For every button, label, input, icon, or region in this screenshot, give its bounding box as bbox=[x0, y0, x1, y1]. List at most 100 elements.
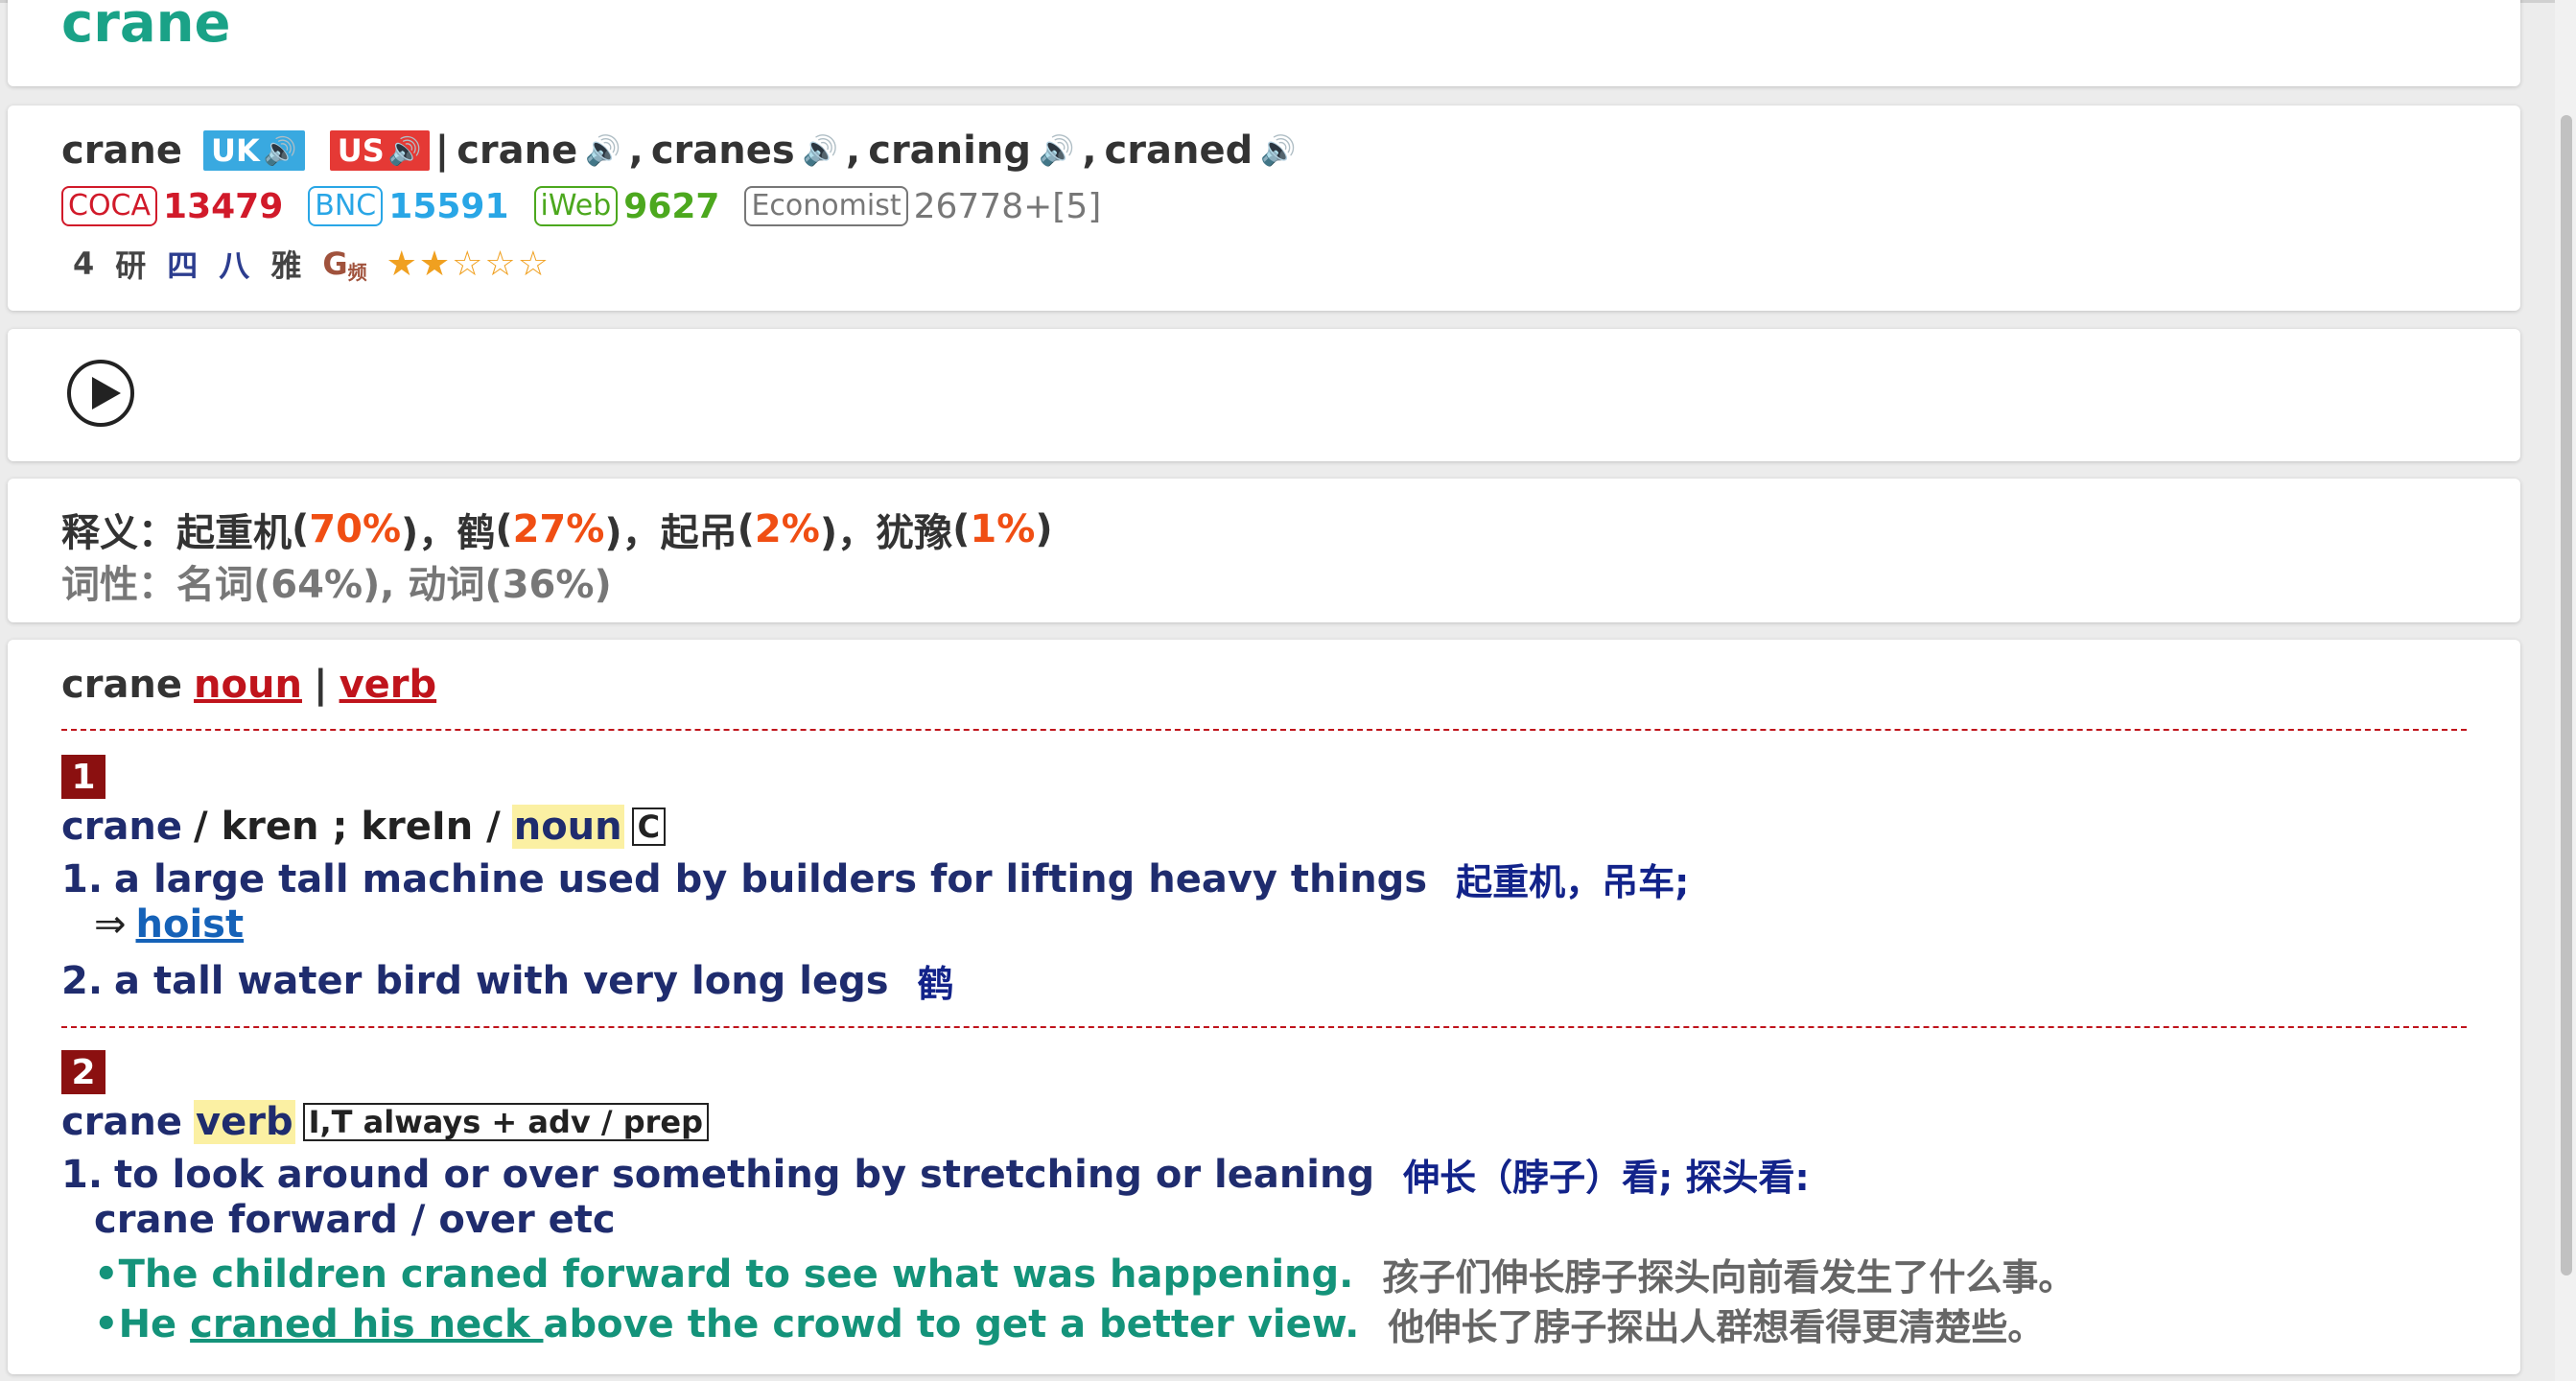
meaning-item: 鹤 bbox=[457, 511, 496, 555]
meaning-card: 释义： 起重机(70%)， 鹤(27%)， 起吊(2%)， 犹豫(1%) 词性：… bbox=[8, 479, 2520, 622]
example-1: • The children craned forward to see wha… bbox=[94, 1248, 2074, 1300]
play-icon bbox=[92, 377, 121, 410]
play-button[interactable] bbox=[67, 360, 134, 427]
meaning-pct: 1% bbox=[970, 507, 1036, 551]
nav-divider: | bbox=[313, 663, 328, 707]
entry-nav: crane noun | verb bbox=[61, 663, 436, 707]
meaning-item: 犹豫 bbox=[876, 511, 953, 555]
sense-zh: 起重机，吊车; bbox=[1456, 861, 1690, 903]
pos-row: 词性： 名词(64%), 动词(36%) bbox=[61, 553, 612, 609]
verb-link[interactable]: verb bbox=[340, 663, 437, 707]
sense-num: 1. bbox=[61, 1152, 104, 1197]
example-en-pre: He bbox=[118, 1301, 191, 1346]
speaker-icon: 🔊 bbox=[263, 134, 297, 167]
example-zh: 孩子们伸长脖子探头向前看发生了什么事。 bbox=[1382, 1256, 2075, 1299]
entry-word: crane bbox=[61, 1100, 183, 1144]
pos-verb: verb bbox=[194, 1100, 295, 1144]
sense-num: 1. bbox=[61, 856, 104, 901]
form-crane: crane bbox=[457, 129, 578, 173]
form-craned: craned bbox=[1104, 129, 1253, 173]
coca-badge: COCA bbox=[61, 186, 158, 226]
word-forms-card: crane UK 🔊 US 🔊 | crane 🔊 , cranes 🔊 , c… bbox=[8, 105, 2520, 311]
headword-card: crane bbox=[8, 0, 2520, 86]
sense-1: 1. to look around or over something by s… bbox=[61, 1148, 1810, 1201]
iweb-rank: 9627 bbox=[623, 186, 720, 226]
entry-header: crane / kren ; kreIn / noun C bbox=[61, 805, 667, 849]
grammar-code: C bbox=[631, 808, 667, 846]
frequency-ranks-row: COCA 13479 BNC 15591 iWeb 9627 Economist… bbox=[61, 186, 1126, 226]
example-2: • He craned his neck above the crowd to … bbox=[94, 1298, 2044, 1350]
star-rating: ★★☆☆☆ bbox=[386, 244, 550, 284]
uk-label: UK bbox=[211, 132, 260, 169]
divider bbox=[61, 729, 2467, 731]
meaning-pct: 27% bbox=[512, 507, 605, 551]
audio-card bbox=[8, 329, 2520, 461]
form-craning: craning bbox=[868, 129, 1031, 173]
pronunciation: / kren ; kreIn / bbox=[194, 805, 501, 849]
scrollbar-thumb[interactable] bbox=[2561, 115, 2572, 1276]
speaker-icon[interactable]: 🔊 bbox=[1039, 134, 1074, 168]
example-en-post: above the crowd to get a better view. bbox=[543, 1301, 1360, 1346]
sense-en: a tall water bird with very long legs bbox=[114, 958, 889, 1003]
coca-rank: 13479 bbox=[163, 186, 284, 226]
meaning-label: 释义： bbox=[61, 511, 176, 555]
sense-2: 2. a tall water bird with very long legs… bbox=[61, 954, 954, 1007]
meaning-pct: 70% bbox=[309, 507, 402, 551]
sense-en: to look around or over something by stre… bbox=[114, 1152, 1375, 1197]
exam-tags-row: 4 研 四 八 雅 G 频 ★★☆☆☆ bbox=[73, 242, 550, 286]
entry-header: crane verb I,T always + adv / prep bbox=[61, 1100, 709, 1144]
tag-level: 4 bbox=[73, 246, 95, 282]
xref-hoist-link[interactable]: hoist bbox=[136, 902, 245, 947]
speaker-icon[interactable]: 🔊 bbox=[585, 134, 621, 168]
entry-number: 2 bbox=[61, 1050, 105, 1094]
entry-nav-word: crane bbox=[61, 663, 183, 707]
noun-link[interactable]: noun bbox=[194, 663, 302, 707]
example-en: The children craned forward to see what … bbox=[118, 1252, 1354, 1297]
meaning-row: 释义： 起重机(70%)， 鹤(27%)， 起吊(2%)， 犹豫(1%) bbox=[61, 502, 1053, 557]
tag-cet4: 四 bbox=[167, 247, 199, 284]
cross-reference: ⇒ hoist bbox=[94, 902, 244, 947]
comma: , bbox=[846, 129, 861, 173]
sense-num: 2. bbox=[61, 958, 104, 1003]
tag-graduate: 研 bbox=[115, 247, 147, 284]
entry-number: 1 bbox=[61, 755, 105, 799]
us-pronunciation-button[interactable]: US 🔊 bbox=[329, 130, 430, 171]
base-word: crane bbox=[61, 129, 183, 173]
speaker-icon[interactable]: 🔊 bbox=[803, 134, 838, 168]
entry-word: crane bbox=[61, 805, 183, 849]
pos-noun: noun bbox=[511, 805, 624, 849]
example-collocation: craned his neck bbox=[190, 1301, 544, 1346]
tag-ielts: 雅 bbox=[270, 247, 302, 284]
forms-separator: | bbox=[434, 129, 450, 173]
meaning-item: 起重机 bbox=[176, 511, 292, 555]
arrow-icon: ⇒ bbox=[94, 902, 127, 947]
comma: , bbox=[628, 129, 644, 173]
tag-cet8: 八 bbox=[219, 247, 250, 284]
bullet: • bbox=[94, 1301, 119, 1346]
bullet: • bbox=[94, 1252, 119, 1297]
phrase-pattern: crane forward / over etc bbox=[94, 1198, 616, 1242]
bnc-badge: BNC bbox=[308, 186, 384, 226]
us-label: US bbox=[337, 132, 385, 169]
pos-label: 词性： bbox=[61, 563, 176, 607]
sense-1: 1. a large tall machine used by builders… bbox=[61, 853, 1689, 905]
economist-badge: Economist bbox=[744, 186, 908, 226]
bnc-rank: 15591 bbox=[388, 186, 509, 226]
grammar-code: I,T always + adv / prep bbox=[302, 1103, 709, 1141]
form-cranes: cranes bbox=[650, 129, 795, 173]
word-forms-row: crane UK 🔊 US 🔊 | crane 🔊 , cranes 🔊 , c… bbox=[61, 129, 1297, 173]
meaning-pct: 2% bbox=[754, 507, 820, 551]
sense-zh: 伸长（脖子）看; 探头看: bbox=[1403, 1157, 1810, 1199]
tag-gre: G bbox=[322, 246, 348, 282]
example-zh: 他伸长了脖子探出人群想看得更清楚些。 bbox=[1388, 1306, 2045, 1348]
sense-en: a large tall machine used by builders fo… bbox=[114, 856, 1428, 901]
speaker-icon: 🔊 bbox=[387, 134, 422, 167]
iweb-badge: iWeb bbox=[533, 186, 619, 226]
tag-gre-sub: 频 bbox=[347, 260, 367, 284]
meaning-item: 起吊 bbox=[660, 511, 738, 555]
pos-text: 名词(64%), 动词(36%) bbox=[176, 563, 612, 607]
speaker-icon[interactable]: 🔊 bbox=[1260, 134, 1296, 168]
uk-pronunciation-button[interactable]: UK 🔊 bbox=[203, 130, 305, 171]
divider bbox=[61, 1026, 2467, 1028]
comma: , bbox=[1082, 129, 1097, 173]
